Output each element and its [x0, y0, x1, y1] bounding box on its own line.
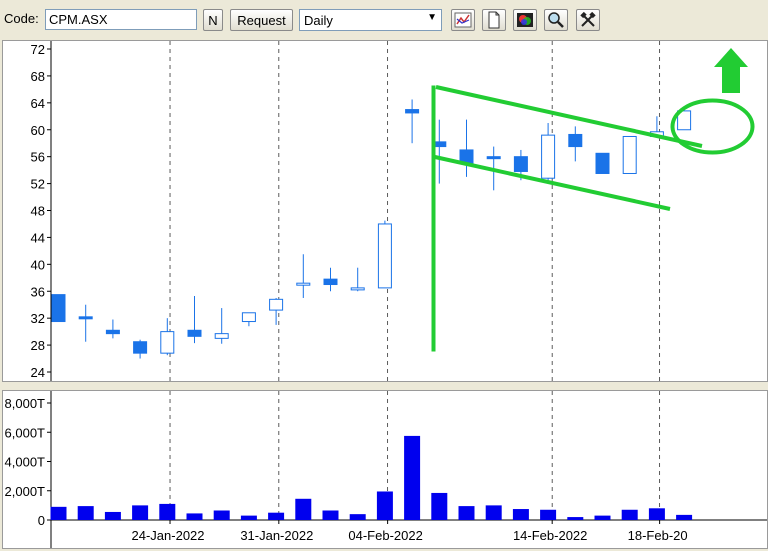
zoom-button[interactable]	[544, 9, 568, 31]
palette-button[interactable]	[513, 9, 537, 31]
volume-bar	[213, 510, 230, 520]
volume-bar	[322, 510, 339, 520]
y-tick-label: 24	[31, 365, 45, 380]
volume-bar	[485, 505, 502, 520]
volume-bar	[132, 505, 149, 520]
y-tick-label: 48	[31, 204, 45, 219]
volume-bar	[349, 514, 366, 520]
candle-down	[486, 156, 501, 160]
candle-up	[296, 282, 311, 286]
x-tick-label: 04-Feb-2022	[348, 528, 422, 543]
palette-icon	[517, 13, 533, 27]
volume-bar	[431, 492, 448, 520]
chevron-down-icon: ▼	[427, 12, 437, 23]
y-tick-label: 60	[31, 123, 45, 138]
volume-bar	[268, 512, 285, 520]
x-tick-label: 24-Jan-2022	[132, 528, 205, 543]
y-tick-label: 6,000T	[5, 425, 46, 440]
y-tick-label: 32	[31, 311, 45, 326]
volume-bar	[540, 509, 557, 520]
candle-down	[405, 109, 420, 114]
document-icon	[488, 11, 500, 29]
candle-down	[78, 316, 93, 320]
volume-bar	[159, 503, 176, 520]
volume-bar	[512, 509, 529, 520]
price-chart[interactable]: 24 28 32 36 40 44 48 52 56 60 64 68 72	[3, 41, 767, 381]
chart-settings-button[interactable]	[451, 9, 475, 31]
y-tick-label: 2,000T	[5, 484, 46, 499]
y-tick-label: 8,000T	[5, 396, 46, 411]
volume-bar	[240, 515, 257, 520]
y-tick-label: 72	[31, 42, 45, 57]
candle-up	[269, 298, 284, 311]
volume-bar	[621, 509, 638, 520]
volume-bar	[458, 506, 475, 520]
volume-bar	[376, 491, 393, 520]
y-tick-label: 28	[31, 338, 45, 353]
volume-bar	[295, 498, 312, 520]
candle-down	[133, 341, 148, 354]
volume-panel: 0 2,000T 4,000T 6,000T 8,000T 24-Jan-2022 31-J…	[2, 390, 768, 549]
period-select-value: Daily	[304, 13, 333, 28]
candle-up	[541, 134, 556, 179]
candle-down	[323, 278, 338, 286]
code-label: Code:	[4, 11, 39, 26]
volume-chart[interactable]: 0 2,000T 4,000T 6,000T 8,000T 24-Jan-2022 31-J…	[3, 391, 767, 548]
candle-up	[160, 331, 175, 354]
up-arrow-icon	[714, 48, 748, 93]
y-tick-label: 40	[31, 257, 45, 272]
candle-down	[595, 152, 610, 174]
volume-bar	[186, 513, 203, 520]
x-tick-label: 14-Feb-2022	[513, 528, 587, 543]
candle-down	[105, 329, 120, 335]
volume-bar	[648, 508, 665, 520]
y-tick-label: 0	[38, 513, 45, 528]
volume-bar	[77, 506, 94, 520]
candle-up	[241, 312, 256, 323]
candle-down	[187, 329, 202, 337]
volume-bar	[594, 515, 611, 520]
chart-icon	[454, 12, 472, 28]
toolbar: Code: N Request Daily ▼	[0, 0, 768, 40]
candle-up	[214, 333, 229, 339]
y-tick-label: 4,000T	[5, 455, 46, 470]
period-select[interactable]: Daily ▼	[299, 9, 442, 31]
price-panel: 24 28 32 36 40 44 48 52 56 60 64 68 72	[2, 40, 768, 382]
volume-bar	[104, 511, 121, 520]
request-button[interactable]: Request	[230, 9, 293, 31]
candle-down	[513, 156, 528, 172]
volume-bar	[404, 435, 421, 520]
y-tick-label: 68	[31, 69, 45, 84]
n-button[interactable]: N	[203, 9, 223, 31]
candle-up	[350, 287, 365, 291]
volume-bar	[567, 517, 584, 520]
candle-down	[568, 133, 583, 148]
y-tick-label: 52	[31, 177, 45, 192]
tools-icon	[580, 11, 596, 27]
y-tick-label: 36	[31, 284, 45, 299]
volume-bar	[50, 506, 67, 520]
y-tick-label: 64	[31, 96, 45, 111]
document-button[interactable]	[482, 9, 506, 31]
candle-down	[51, 294, 66, 323]
y-tick-label: 44	[31, 230, 45, 245]
y-tick-label: 56	[31, 150, 45, 165]
zoom-icon	[548, 12, 564, 28]
tools-button[interactable]	[576, 9, 600, 31]
x-tick-label: 31-Jan-2022	[240, 528, 313, 543]
candle-up	[622, 135, 637, 174]
candle-up	[377, 223, 392, 289]
x-tick-label: 18-Feb-20	[628, 528, 688, 543]
volume-bar	[676, 514, 693, 520]
pennant-annotation	[431, 48, 755, 352]
code-input[interactable]	[45, 9, 197, 30]
